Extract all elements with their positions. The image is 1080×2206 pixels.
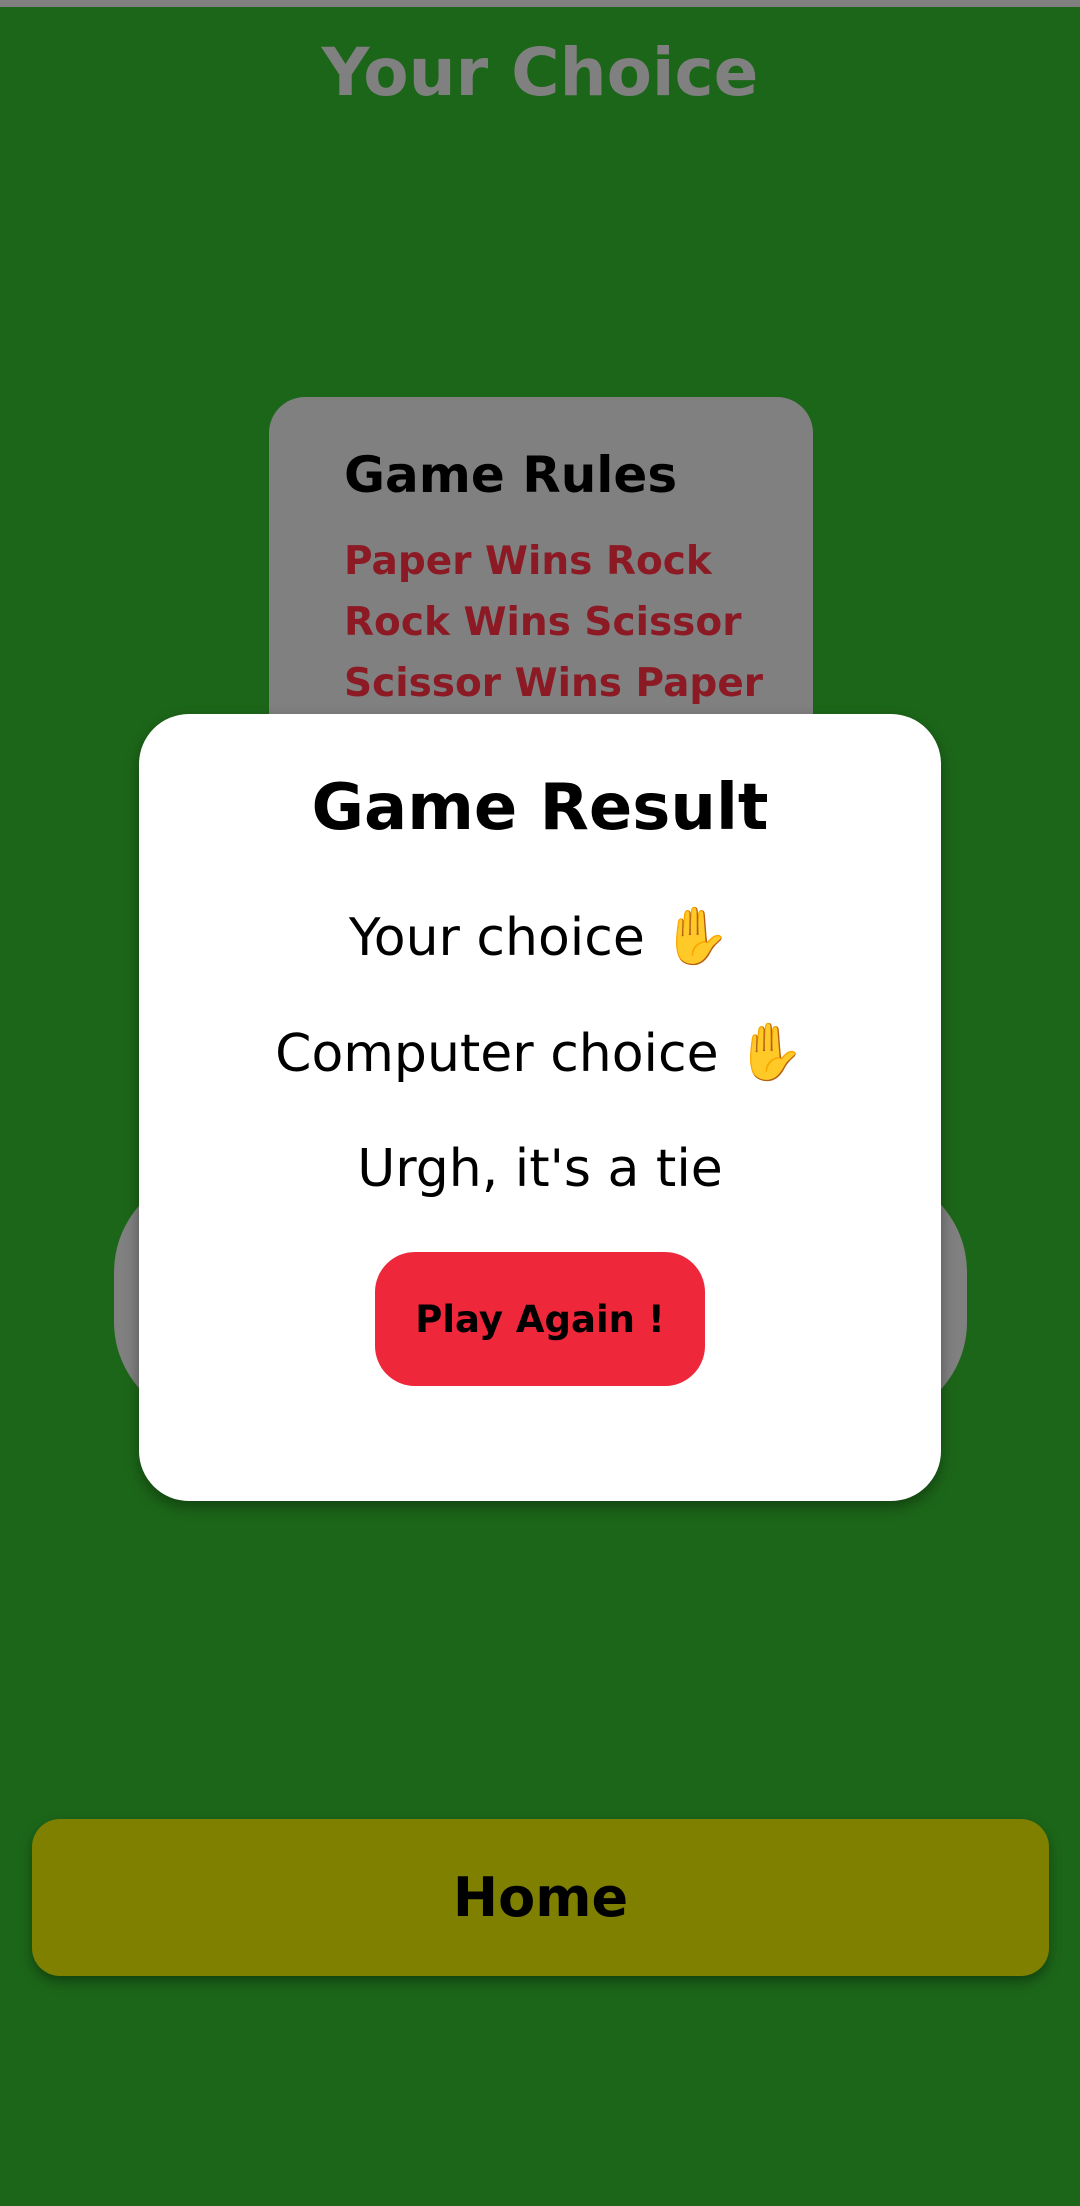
play-again-button[interactable]: Play Again !	[375, 1252, 705, 1386]
game-result-modal: Game Result Your choice ✋ Computer choic…	[139, 714, 941, 1501]
computer-choice-label: Computer choice	[275, 1024, 719, 1084]
your-choice-line: Your choice ✋	[139, 904, 941, 971]
game-result-title: Game Result	[311, 771, 769, 845]
computer-choice-line: Computer choice ✋	[139, 1020, 941, 1087]
game-rules-title: Game Rules	[344, 446, 678, 504]
home-button[interactable]: Home	[32, 1819, 1049, 1976]
page-title: Your Choice	[321, 34, 759, 111]
rule-item: Paper Wins Rock	[344, 539, 712, 584]
result-outcome-text: Urgh, it's a tie	[357, 1139, 723, 1199]
rule-item: Scissor Wins Paper	[344, 661, 764, 706]
your-choice-label: Your choice	[348, 908, 645, 968]
rule-item: Rock Wins Scissor	[344, 600, 742, 645]
raised-hand-icon: ✋	[735, 1020, 805, 1085]
raised-hand-icon: ✋	[661, 904, 732, 969]
top-strip	[0, 0, 1080, 7]
